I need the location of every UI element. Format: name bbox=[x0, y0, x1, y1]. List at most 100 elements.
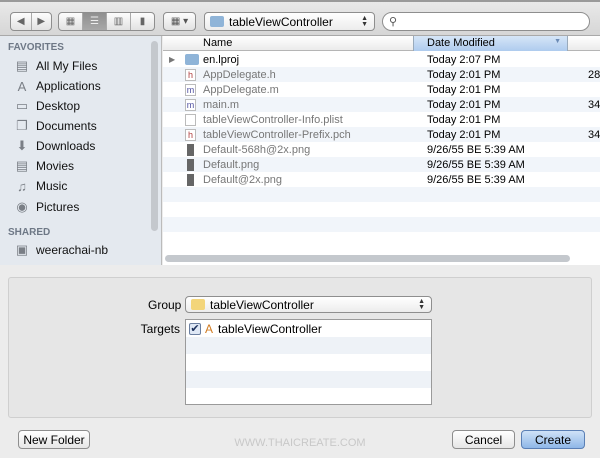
sidebar-item-label: weerachai-nb bbox=[36, 243, 109, 257]
search-icon: ⚲ bbox=[389, 16, 398, 28]
search-input[interactable] bbox=[397, 15, 589, 28]
sidebar-item-applications[interactable]: A Applications bbox=[14, 77, 101, 95]
empty-row bbox=[163, 232, 600, 247]
create-button[interactable]: Create bbox=[521, 430, 585, 449]
plist-file-icon bbox=[185, 113, 196, 126]
group-value: tableViewController bbox=[210, 297, 314, 312]
file-row[interactable]: Default.png 9/26/55 BE 5:39 AM bbox=[163, 157, 600, 172]
file-date: Today 2:01 PM bbox=[427, 128, 501, 141]
popup-arrows-icon: ▲ ▼ bbox=[361, 14, 368, 28]
group-popup[interactable]: tableViewController ▲ ▼ bbox=[185, 296, 432, 313]
targets-label: Targets bbox=[140, 322, 180, 336]
file-date: 9/26/55 BE 5:39 AM bbox=[427, 173, 525, 186]
file-size: 34 bbox=[588, 98, 600, 111]
column-header-date[interactable]: Date Modified ▼ bbox=[413, 36, 568, 51]
folder-icon bbox=[191, 299, 205, 310]
image-file-icon bbox=[187, 158, 194, 171]
pictures-icon: ◉ bbox=[16, 199, 28, 214]
new-folder-label: New Folder bbox=[23, 432, 85, 447]
h-file-icon: h bbox=[185, 128, 196, 141]
sidebar-item-downloads[interactable]: ⬇ Downloads bbox=[14, 137, 96, 155]
applications-icon: A bbox=[17, 78, 27, 94]
all-files-icon: ▤ bbox=[15, 58, 29, 73]
file-date: 9/26/55 BE 5:39 AM bbox=[427, 158, 525, 171]
coverflow-view-button[interactable]: ▮ bbox=[131, 13, 154, 30]
sidebar-item-label: Documents bbox=[36, 119, 97, 133]
file-size: 28 bbox=[588, 68, 600, 81]
m-file-icon: m bbox=[185, 83, 196, 96]
file-name: Default-568h@2x.png bbox=[203, 143, 311, 156]
path-popup[interactable]: tableViewController ▲ ▼ bbox=[204, 12, 375, 31]
sidebar-item-music[interactable]: ♫ Music bbox=[14, 177, 67, 195]
sidebar-item-desktop[interactable]: ▭ Desktop bbox=[14, 97, 80, 115]
disclosure-triangle-icon[interactable]: ▶ bbox=[169, 55, 175, 64]
empty-row bbox=[163, 217, 600, 232]
file-date: Today 2:01 PM bbox=[427, 83, 501, 96]
sidebar-item-label: Desktop bbox=[36, 99, 81, 113]
sidebar-item-documents[interactable]: ❐ Documents bbox=[14, 117, 97, 135]
search-field[interactable]: ⚲ bbox=[382, 12, 590, 31]
file-size: 34 bbox=[588, 128, 600, 141]
documents-icon: ❐ bbox=[16, 118, 28, 133]
group-label: Group bbox=[148, 298, 182, 312]
sidebar-item-all-my-files[interactable]: ▤ All My Files bbox=[14, 57, 98, 75]
sidebar-scrollbar[interactable] bbox=[151, 41, 158, 231]
target-row[interactable]: ✔ A tableViewController bbox=[189, 322, 322, 336]
back-button[interactable]: ◀ bbox=[11, 13, 32, 30]
column-header-name[interactable]: Name bbox=[203, 37, 232, 49]
create-label: Create bbox=[534, 432, 572, 447]
file-row[interactable]: Default@2x.png 9/26/55 BE 5:39 AM bbox=[163, 172, 600, 187]
list-header: Name Date Modified ▼ bbox=[163, 36, 600, 51]
file-row[interactable]: Default-568h@2x.png 9/26/55 BE 5:39 AM bbox=[163, 142, 600, 157]
shared-heading: SHARED bbox=[8, 227, 51, 238]
sidebar-item-weerachai-nb[interactable]: ▣ weerachai-nb bbox=[14, 241, 108, 259]
empty-row bbox=[163, 202, 600, 217]
sort-descending-icon: ▼ bbox=[554, 38, 561, 45]
cancel-label: Cancel bbox=[464, 432, 503, 447]
column-header-date-label: Date Modified bbox=[427, 37, 495, 49]
sidebar-item-label: All My Files bbox=[36, 59, 98, 73]
file-row[interactable]: m AppDelegate.m Today 2:01 PM bbox=[163, 82, 600, 97]
file-row[interactable]: ▶ en.lproj Today 2:07 PM bbox=[163, 52, 600, 67]
downloads-icon: ⬇ bbox=[16, 138, 28, 153]
file-date: Today 2:01 PM bbox=[427, 113, 501, 126]
icon-view-button[interactable]: ▦ bbox=[59, 13, 83, 30]
file-row[interactable]: h AppDelegate.h Today 2:01 PM 28 bbox=[163, 67, 600, 82]
sidebar-item-label: Applications bbox=[36, 79, 101, 93]
sidebar: FAVORITES ▤ All My Files A Applications ▭ D… bbox=[0, 36, 162, 265]
file-name: AppDelegate.m bbox=[203, 83, 279, 96]
arrange-button[interactable]: ▦ ▾ bbox=[163, 12, 196, 31]
cancel-button[interactable]: Cancel bbox=[452, 430, 515, 449]
target-checkbox[interactable]: ✔ bbox=[189, 323, 201, 335]
sidebar-item-label: Music bbox=[36, 179, 68, 193]
folder-icon bbox=[210, 16, 224, 27]
image-file-icon bbox=[187, 143, 194, 156]
sidebar-item-pictures[interactable]: ◉ Pictures bbox=[14, 198, 79, 216]
new-folder-button[interactable]: New Folder bbox=[18, 430, 90, 449]
file-list: Name Date Modified ▼ ▶ en.lproj Today 2:07… bbox=[163, 36, 600, 265]
file-row[interactable]: h tableViewController-Prefix.pch Today 2:0… bbox=[163, 127, 600, 142]
list-view-button[interactable]: ☰ bbox=[83, 13, 107, 30]
file-name: en.lproj bbox=[203, 53, 240, 66]
file-row[interactable]: m main.m Today 2:01 PM 34 bbox=[163, 97, 600, 112]
file-name: Default@2x.png bbox=[203, 173, 283, 186]
file-name: tableViewController-Info.plist bbox=[203, 113, 343, 126]
music-icon: ♫ bbox=[17, 178, 27, 194]
sidebar-item-movies[interactable]: ▤ Movies bbox=[14, 157, 74, 175]
column-view-button[interactable]: ▥ bbox=[107, 13, 131, 30]
nav-buttons: ◀ ▶ bbox=[10, 12, 52, 31]
watermark: WWW.THAICREATE.COM bbox=[234, 437, 366, 449]
targets-list: ✔ A tableViewController bbox=[185, 319, 432, 405]
movies-icon: ▤ bbox=[15, 158, 29, 173]
sidebar-item-label: Downloads bbox=[36, 139, 96, 153]
sidebar-item-label: Movies bbox=[36, 159, 75, 173]
file-date: 9/26/55 BE 5:39 AM bbox=[427, 143, 525, 156]
file-name: AppDelegate.h bbox=[203, 68, 276, 81]
sidebar-item-label: Pictures bbox=[36, 200, 80, 214]
horizontal-scrollbar[interactable] bbox=[165, 255, 570, 262]
app-target-icon: A bbox=[205, 322, 214, 336]
file-row[interactable]: tableViewController-Info.plist Today 2:01… bbox=[163, 112, 600, 127]
file-date: Today 2:01 PM bbox=[427, 68, 501, 81]
popup-arrows-icon: ▲ ▼ bbox=[418, 297, 425, 311]
forward-button[interactable]: ▶ bbox=[32, 13, 52, 30]
